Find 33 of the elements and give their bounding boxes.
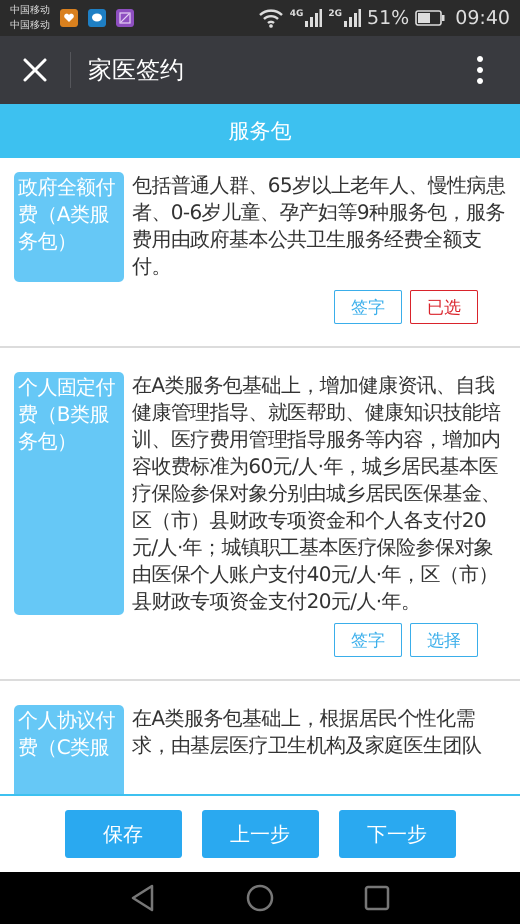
package-label: 个人固定付费（B类服务包） xyxy=(14,372,124,615)
network-label: 2G xyxy=(328,9,342,19)
battery-icon xyxy=(415,10,446,26)
clock-time: 09:40 xyxy=(455,7,510,29)
footer-button[interactable]: 保存 xyxy=(64,810,182,858)
more-icon[interactable] xyxy=(476,55,484,85)
select-button[interactable]: 已选 xyxy=(410,290,478,324)
chat-app-icon xyxy=(88,9,106,27)
footer-button[interactable]: 下一步 xyxy=(338,810,456,858)
battery-percent: 51% xyxy=(367,7,410,29)
select-button[interactable]: 选择 xyxy=(410,623,478,657)
wifi-icon xyxy=(258,8,284,28)
package-description: 在A类服务包基础上，根据居民个性化需求，由基层医疗卫生机构及家庭医生团队 xyxy=(132,705,482,759)
carrier-name: 中国移动 xyxy=(10,4,50,18)
section-header: 服务包 xyxy=(0,104,520,158)
carrier-name: 中国移动 xyxy=(10,18,50,33)
sign-button[interactable]: 签字 xyxy=(334,623,402,657)
page-title: 家医签约 xyxy=(88,55,185,86)
package-description: 在A类服务包基础上，增加健康资讯、自我健康管理指导、就医帮助、健康知识技能培训、医疗费用管理指导服务等内容，增加内容收费标准为60元/人·年，城乡居民基本医疗保险参保对象分别由城乡居民医保基金、区（市）县财政专项资金和个人各支付20元/人·年；城镇职工基本医疗保险参保对象由医保个人账户支付40元/人·年，区（市）县财政专项资金支付20元/人·年。 xyxy=(132,372,502,615)
signal-icon xyxy=(343,9,361,27)
network-label: 4G xyxy=(290,9,304,19)
package-label: 个人协议付费（C类服 xyxy=(14,705,124,794)
home-icon[interactable] xyxy=(246,884,274,912)
close-icon[interactable] xyxy=(22,57,48,83)
image-app-icon xyxy=(116,9,134,27)
sign-button[interactable]: 签字 xyxy=(334,290,402,324)
heart-app-icon xyxy=(60,9,78,27)
package-label: 政府全额付费（A类服务包） xyxy=(14,172,124,282)
signal-icon xyxy=(304,9,322,27)
recents-icon[interactable] xyxy=(364,885,390,911)
footer-button[interactable]: 上一步 xyxy=(202,810,318,858)
package-description: 包括普通人群、65岁以上老年人、慢性病患者、0-6岁儿童、孕产妇等9种服务包，服务费用由政府基本公共卫生服务经费全额支付。 xyxy=(132,172,506,280)
back-icon[interactable] xyxy=(130,884,156,912)
